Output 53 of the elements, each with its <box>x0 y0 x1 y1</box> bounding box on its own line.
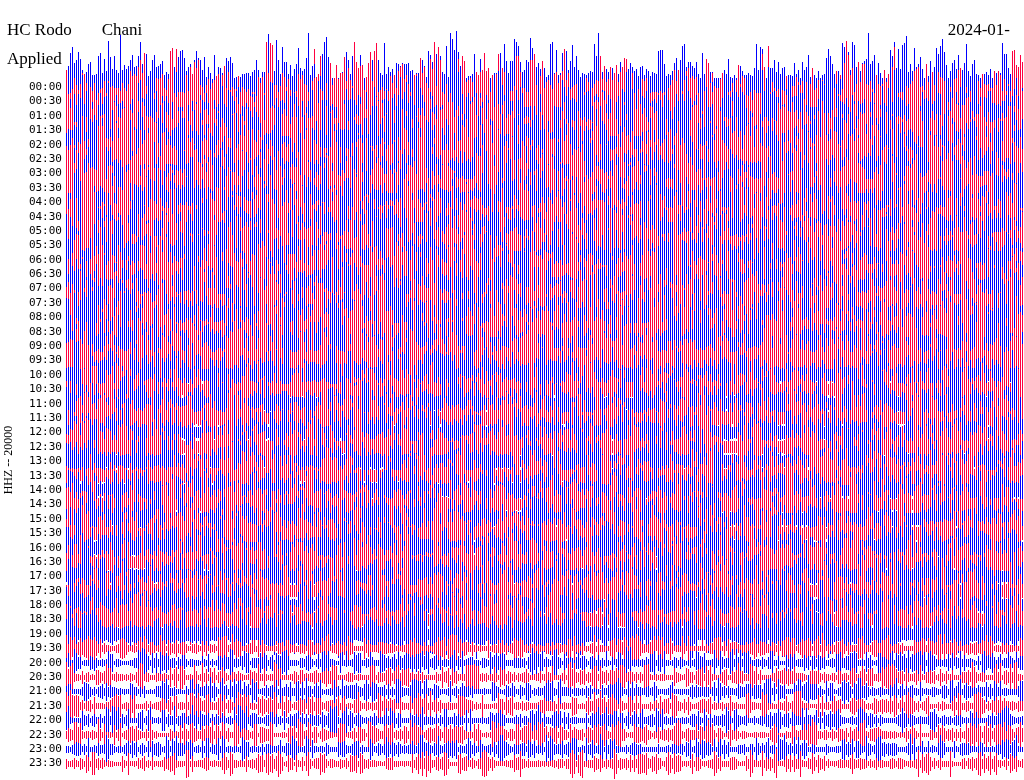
time-label: 19:30 <box>28 641 62 656</box>
time-label: 22:00 <box>28 713 62 728</box>
time-label: 20:30 <box>28 670 62 685</box>
time-label: 10:30 <box>28 382 62 397</box>
time-label: 01:00 <box>28 108 62 124</box>
time-label: 04:30 <box>28 209 62 224</box>
time-label: 11:00 <box>28 396 62 411</box>
time-label: 12:30 <box>28 439 62 455</box>
time-label: 16:30 <box>28 554 62 570</box>
time-label: 08:30 <box>28 324 62 340</box>
time-label: 17:30 <box>28 583 62 599</box>
time-label: 18:00 <box>28 598 62 613</box>
time-label: 10:00 <box>28 367 62 383</box>
time-label: 21:00 <box>28 684 62 699</box>
time-label: 04:00 <box>28 195 62 210</box>
time-label: 07:00 <box>28 281 62 296</box>
time-label: 14:00 <box>28 482 62 498</box>
time-label: 03:00 <box>28 166 62 181</box>
time-label: 21:30 <box>28 698 62 714</box>
time-label: 00:00 <box>28 80 62 95</box>
time-label: 12:00 <box>28 425 62 440</box>
time-label: 09:30 <box>28 353 62 368</box>
time-label: 08:00 <box>28 310 62 325</box>
time-label: 19:00 <box>28 626 62 642</box>
time-label: 09:00 <box>28 339 62 354</box>
time-label: 07:30 <box>28 295 62 311</box>
time-label: 00:30 <box>28 94 62 109</box>
time-label: 18:30 <box>28 612 62 627</box>
time-label: 22:30 <box>28 727 62 742</box>
date-label: 2024-01- <box>947 20 1010 40</box>
filter-label: Applied <box>7 49 62 68</box>
channel-label: HHZ -- 20000 <box>2 425 14 495</box>
station-title: HC Rodo <box>7 20 72 40</box>
time-label: 13:30 <box>28 468 62 483</box>
time-label: 01:30 <box>28 123 62 138</box>
time-label: 17:00 <box>28 569 62 584</box>
time-label: 06:00 <box>28 252 62 268</box>
time-label: 23:30 <box>28 756 62 771</box>
time-label: 15:30 <box>28 526 62 541</box>
time-label: 02:00 <box>28 137 62 152</box>
time-label: 05:00 <box>28 223 62 239</box>
time-label: 11:30 <box>28 411 62 426</box>
time-label: 05:30 <box>28 238 62 253</box>
time-label: 20:00 <box>28 655 62 670</box>
station-title: Chani <box>101 20 143 40</box>
time-label: 02:30 <box>28 151 62 167</box>
time-label: 15:00 <box>28 511 62 527</box>
time-label: 16:00 <box>28 540 62 555</box>
time-label: 06:30 <box>28 267 62 282</box>
time-label: 23:00 <box>28 741 62 757</box>
time-label: 03:30 <box>28 180 62 196</box>
time-label: 13:00 <box>28 454 62 469</box>
time-label: 14:30 <box>28 497 62 512</box>
